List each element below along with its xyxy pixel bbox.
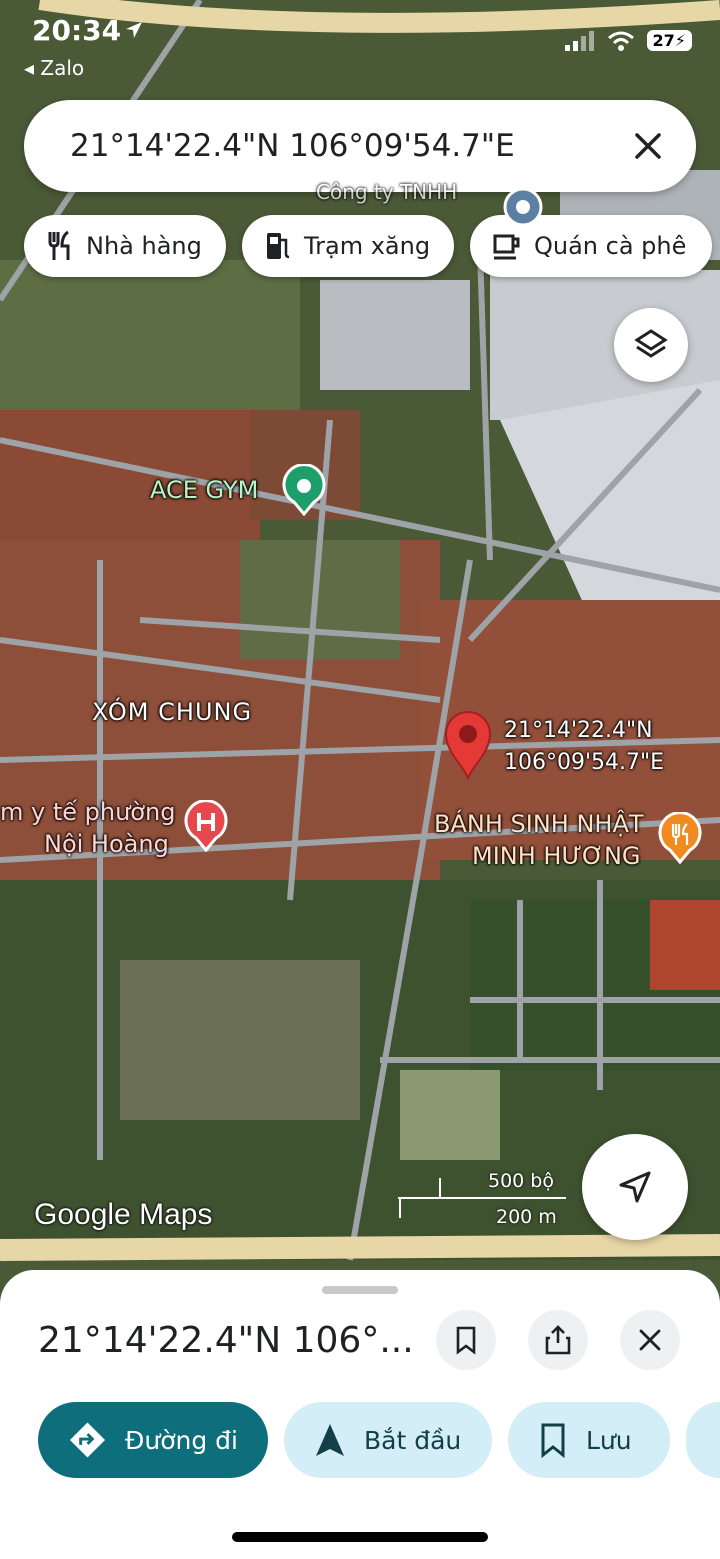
home-indicator[interactable] xyxy=(232,1532,488,1542)
directions-button[interactable]: Đường đi xyxy=(38,1402,268,1478)
pin-longitude-label: 106°09'54.7"E xyxy=(504,750,665,775)
status-bar: 20:34 ◂ Zalo 27⚡ xyxy=(0,0,720,90)
hospital-marker-icon[interactable] xyxy=(182,800,230,852)
gas-station-icon xyxy=(267,233,290,259)
chip-label: Nhà hàng xyxy=(86,232,202,260)
chip-gas-stations[interactable]: Trạm xăng xyxy=(242,215,454,277)
layers-button[interactable] xyxy=(614,308,688,382)
restaurant-icon xyxy=(48,230,70,260)
sheet-drag-handle[interactable] xyxy=(322,1286,398,1294)
wifi-icon xyxy=(607,31,634,51)
place-label-clinic-line2[interactable]: Nội Hoàng xyxy=(44,830,169,858)
bookmark-icon xyxy=(456,1326,476,1355)
navigation-icon xyxy=(316,1424,344,1456)
close-sheet-button[interactable] xyxy=(620,1310,680,1370)
back-app-label: Zalo xyxy=(40,56,85,80)
close-icon xyxy=(639,1329,661,1351)
battery-indicator: 27⚡ xyxy=(646,30,692,51)
place-label-clinic-line1[interactable]: m y tế phường xyxy=(0,798,175,826)
place-title: 21°14'22.4"N 106°... xyxy=(38,1320,414,1361)
directions-icon xyxy=(69,1422,106,1458)
start-button[interactable]: Bắt đầu xyxy=(284,1402,492,1478)
location-pin-icon[interactable] xyxy=(442,708,494,780)
place-label-bakery-line1[interactable]: BÁNH SINH NHẬT xyxy=(434,810,644,838)
save-icon-button[interactable] xyxy=(436,1310,496,1370)
coffee-icon xyxy=(493,234,520,260)
google-maps-logo: Google Maps xyxy=(34,1198,213,1231)
status-time: 20:34 xyxy=(32,14,122,47)
save-label: Lưu xyxy=(586,1425,632,1455)
gym-marker-icon[interactable] xyxy=(280,464,328,516)
navigation-arrow-icon xyxy=(619,1171,651,1203)
directions-label: Đường đi xyxy=(125,1425,238,1455)
scale-imperial-label: 500 bộ xyxy=(488,1170,554,1192)
back-to-app[interactable]: ◂ Zalo xyxy=(24,56,84,80)
food-marker-icon[interactable] xyxy=(656,812,704,864)
place-label-neighborhood: XÓM CHUNG xyxy=(92,698,253,726)
status-icons: 27⚡ xyxy=(564,30,692,51)
chip-label: Quán cà phê xyxy=(534,232,687,260)
location-arrow-icon xyxy=(126,22,142,38)
search-bar[interactable]: 21°14'22.4"N 106°09'54.7"E xyxy=(24,100,696,192)
place-label-company: Công ty TNHH xyxy=(316,180,458,204)
save-button[interactable]: Lưu xyxy=(508,1402,670,1478)
close-icon[interactable] xyxy=(628,126,668,166)
my-location-button[interactable] xyxy=(582,1134,688,1240)
share-button[interactable] xyxy=(528,1310,588,1370)
place-label-bakery-line2[interactable]: MINH HƯƠNG xyxy=(472,842,641,870)
start-label: Bắt đầu xyxy=(364,1425,462,1455)
scale-metric-label: 200 m xyxy=(496,1206,557,1228)
poi-marker-icon[interactable] xyxy=(502,186,544,228)
pin-latitude-label: 21°14'22.4"N xyxy=(504,718,653,743)
place-label-gym[interactable]: ACE GYM xyxy=(150,476,258,504)
layers-icon xyxy=(634,329,668,358)
bookmark-icon xyxy=(541,1423,565,1458)
chip-restaurants[interactable]: Nhà hàng xyxy=(24,215,226,277)
signal-icon xyxy=(564,30,594,51)
share-icon xyxy=(545,1325,571,1355)
search-input[interactable]: 21°14'22.4"N 106°09'54.7"E xyxy=(70,128,515,164)
chip-label: Trạm xăng xyxy=(304,232,431,260)
